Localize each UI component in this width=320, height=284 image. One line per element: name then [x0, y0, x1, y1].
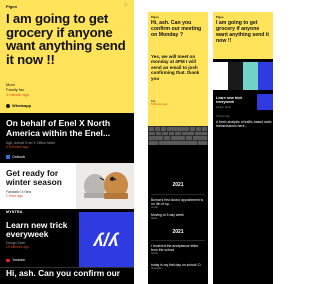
- video-thumbnail[interactable]: [257, 94, 273, 110]
- on-screen-keyboard[interactable]: [148, 126, 208, 145]
- heart-icon[interactable]: ♡: [124, 3, 128, 9]
- main-feed-screen: Pigeo ♡ I am going to get grocery if any…: [0, 0, 134, 284]
- timeline-item-text: I received the acceptance letter from th…: [151, 244, 199, 252]
- whatsapp-icon: [6, 103, 10, 108]
- tile-blue[interactable]: [258, 62, 273, 90]
- timeline-item[interactable]: Bomar's first doctor appointment is on 4…: [151, 198, 205, 210]
- timeline-year: 2021: [172, 229, 184, 235]
- video-meta: Design Spell: [216, 106, 231, 109]
- hero-message-card[interactable]: Pigeo I am going to get grocery if anyon…: [213, 12, 273, 59]
- app-brand: Pigeo: [6, 4, 17, 9]
- tile-dark[interactable]: [228, 62, 243, 90]
- timeline-item[interactable]: today is my first day on school :D Insta…: [151, 263, 205, 271]
- video-meta: Design Spell 15 Minutes ago: [6, 241, 29, 249]
- video-title[interactable]: Learn new trick everyweek: [216, 96, 250, 104]
- video-ago: 15 Minutes ago: [6, 245, 30, 250]
- promo-title: Get ready for winter season: [6, 168, 62, 188]
- message-question: Hi, ash. Can you confirm our meeting on …: [151, 20, 202, 38]
- app-tiles: [213, 62, 273, 90]
- email-source: Outlook: [6, 155, 25, 159]
- youtube-icon: [6, 258, 10, 262]
- tile-teal[interactable]: [243, 62, 258, 90]
- hero-source: Whatsapp: [6, 103, 31, 108]
- email-source-label: Outlook: [12, 155, 26, 159]
- timeline-item[interactable]: Moving to 5 day week Slack: [151, 213, 205, 221]
- thumbnail-art-text: ʎ/ʎ: [92, 230, 119, 250]
- conversation-ago: 5 Minutes ago: [151, 103, 168, 107]
- video-title[interactable]: Learn new trick everyweek: [6, 220, 76, 239]
- message-reply: Yes, we will meet on monday at 4PM I wil…: [151, 54, 200, 81]
- video-thumbnail[interactable]: ʎ/ʎ: [79, 212, 134, 267]
- hero-source-label: Whatsapp: [12, 103, 32, 108]
- conversation-screen: Pigeo Hi, ash. Can you confirm our meeti…: [148, 12, 208, 284]
- promo-ago: 1 Hour ago: [6, 194, 23, 199]
- timeline-item[interactable]: I received the acceptance letter from th…: [151, 244, 205, 256]
- promo-source: MYNTRA: [6, 210, 23, 214]
- timeline-item-source: Gmail: [151, 206, 158, 209]
- timeline-item-text: Bomar's first doctor appointment is on 4…: [151, 198, 204, 206]
- email-meta: Agli, Ashraf Enel X Office tatter 3 Minu…: [6, 141, 55, 149]
- app-brand: Pigeo: [216, 15, 224, 19]
- hero-message-card[interactable]: Pigeo ♡ I am going to get grocery if any…: [0, 0, 134, 113]
- video-source-label: Youtube: [12, 258, 26, 262]
- timeline-item-source: Instagram: [151, 267, 163, 270]
- timeline-item-source: Gmail: [151, 252, 158, 255]
- timeline-item-source: Slack: [151, 217, 158, 220]
- hero-meta: Mom Family fav 1 minute ago: [6, 82, 30, 97]
- email-ago: 3 Minutes ago: [6, 145, 29, 150]
- beanie-hats-image: [76, 163, 134, 209]
- promo-card[interactable]: Get ready for winter season Fantastic! 4…: [0, 163, 134, 209]
- conversation-meta: Kite 5 Minutes ago: [151, 100, 167, 106]
- video-source: Youtube: [6, 258, 25, 262]
- next-card-title: Hi, ash. Can you confirm our: [6, 268, 121, 278]
- timeline-year: 2021: [172, 182, 184, 188]
- tile-white[interactable]: [213, 62, 228, 90]
- compact-feed-screen: Pigeo I am going to get grocery if anyon…: [213, 12, 273, 284]
- conversation-card[interactable]: Pigeo Hi, ash. Can you confirm our meeti…: [148, 12, 208, 126]
- email-title[interactable]: On behalf of Enel X North America within…: [6, 118, 130, 138]
- hero-headline: I am going to get grocery if anyone want…: [6, 11, 126, 67]
- app-brand: Pigeo: [151, 15, 159, 19]
- promo-meta: Fantastic! 4 New 1 Hour ago: [6, 190, 31, 198]
- hero-headline: I am going to get grocery if anyone want…: [216, 20, 270, 44]
- article-meta: 3 hours ago: [216, 115, 230, 118]
- hero-ago: 1 minute ago: [6, 91, 30, 97]
- outlook-icon: [6, 155, 10, 159]
- article-title[interactable]: A fresh analysis of traffic-based radio …: [216, 120, 272, 128]
